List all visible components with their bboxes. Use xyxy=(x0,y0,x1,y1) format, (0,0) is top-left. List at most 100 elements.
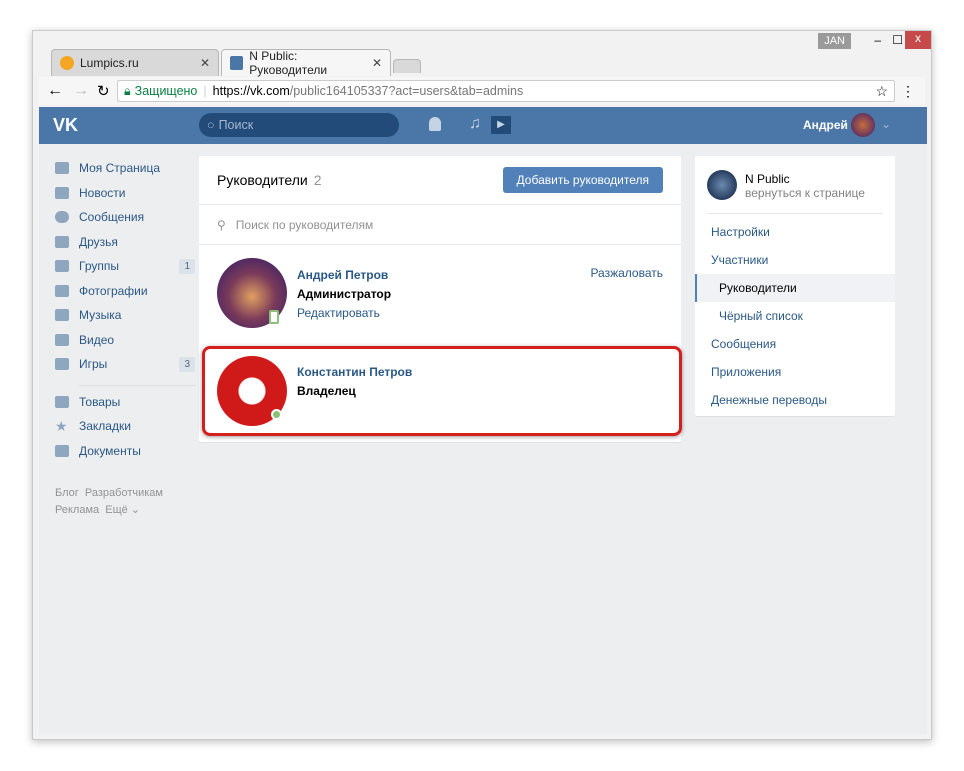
sidebar-item-groups[interactable]: Группы 1 xyxy=(55,254,195,279)
demote-link[interactable]: Разжаловать xyxy=(590,266,663,280)
label: Документы xyxy=(79,443,141,458)
count-badge: 1 xyxy=(179,258,195,274)
user-icon xyxy=(55,235,69,248)
footer-link-developers[interactable]: Разработчикам xyxy=(85,487,163,499)
sidebar-item-photos[interactable]: Фотографии xyxy=(55,279,195,304)
play-icon[interactable]: ▶ xyxy=(491,116,511,134)
sidebar-item-news[interactable]: Новости xyxy=(55,181,195,206)
music-icon[interactable]: ♫ xyxy=(469,115,481,133)
menu-managers[interactable]: Руководители xyxy=(695,274,895,302)
close-tab-icon[interactable]: ✕ xyxy=(200,56,210,70)
back-icon[interactable]: ← xyxy=(47,82,63,100)
tab-label: N Public: Руководители xyxy=(249,49,328,77)
chevron-down-icon[interactable]: ⌄ xyxy=(881,117,891,131)
camera-icon xyxy=(55,284,69,297)
bell-icon[interactable] xyxy=(429,117,441,131)
tab-label: Lumpics.ru xyxy=(80,56,139,70)
reload-icon[interactable]: ↻ xyxy=(97,82,110,100)
gamepad-icon xyxy=(55,358,69,371)
forward-icon[interactable]: → xyxy=(73,82,89,100)
search-icon: ○ xyxy=(207,118,215,132)
managers-search-input[interactable]: ⚲ Поиск по руководителям xyxy=(199,205,681,245)
film-icon xyxy=(55,333,69,346)
vk-logo[interactable]: VK xyxy=(53,115,78,136)
sidebar: Моя Страница Новости Сообщения Друзья Гр… xyxy=(55,156,195,519)
footer-link-blog[interactable]: Блог xyxy=(55,487,79,499)
label: Моя Страница xyxy=(79,161,161,176)
header-user-name[interactable]: Андрей xyxy=(803,118,848,132)
menu-apps[interactable]: Приложения xyxy=(695,358,895,386)
group-menu: N Public вернуться к странице Настройки … xyxy=(695,156,895,416)
header-avatar[interactable] xyxy=(851,113,875,137)
maximize-button[interactable]: ☐ xyxy=(892,33,903,47)
bookmark-star-icon[interactable]: ☆ xyxy=(875,83,888,100)
label: Музыка xyxy=(79,308,122,323)
label: Фотографии xyxy=(79,283,148,298)
label: Группы xyxy=(79,259,119,274)
highlight-box xyxy=(202,346,682,436)
sidebar-item-friends[interactable]: Друзья xyxy=(55,230,195,255)
menu-money-transfers[interactable]: Денежные переводы xyxy=(695,386,895,414)
lock-icon: 🔒︎ xyxy=(124,83,131,98)
sidebar-item-bookmarks[interactable]: ★ Закладки xyxy=(55,414,195,439)
chat-icon xyxy=(55,211,69,224)
close-window-button[interactable]: x xyxy=(905,31,931,49)
user-badge: JAN xyxy=(818,33,851,49)
footer-link-more[interactable]: Ещё ⌄ xyxy=(105,504,140,516)
search-icon: ⚲ xyxy=(217,217,226,232)
label: Друзья xyxy=(79,234,118,249)
star-icon: ★ xyxy=(55,418,68,435)
toolbar: ← → ↻ 🔒︎ Защищено | https://vk.com/publi… xyxy=(39,77,925,105)
label: Игры xyxy=(79,357,108,372)
label: Новости xyxy=(79,185,126,200)
sidebar-footer: Блог Разработчикам Реклама Ещё ⌄ xyxy=(55,485,195,519)
browser-window: JAN – ☐ x Lumpics.ru ✕ N Public: Руководи… xyxy=(32,30,932,740)
back-to-page-link[interactable]: вернуться к странице xyxy=(745,186,865,200)
tab-vk[interactable]: N Public: Руководители ✕ xyxy=(221,49,391,77)
menu-members[interactable]: Участники xyxy=(695,246,895,274)
group-avatar[interactable] xyxy=(707,170,737,200)
sidebar-item-goods[interactable]: Товары xyxy=(55,390,195,415)
users-icon xyxy=(55,260,69,273)
vk-favicon-icon xyxy=(230,56,244,70)
menu-icon[interactable]: ⋮ xyxy=(901,83,915,100)
document-icon xyxy=(55,444,69,457)
secure-label: Защищено xyxy=(134,84,198,98)
edit-link[interactable]: Редактировать xyxy=(297,304,391,323)
news-icon xyxy=(55,186,69,199)
url-host: https://vk.com xyxy=(212,84,290,98)
music-note-icon xyxy=(55,309,69,322)
url-path: /public164105337?act=users&tab=admins xyxy=(289,84,524,98)
sidebar-item-games[interactable]: Игры 3 xyxy=(55,352,195,377)
menu-blacklist[interactable]: Чёрный список xyxy=(695,302,895,330)
sidebar-item-music[interactable]: Музыка xyxy=(55,303,195,328)
sidebar-item-my-page[interactable]: Моя Страница xyxy=(55,156,195,181)
minimize-button[interactable]: – xyxy=(874,33,881,47)
page-content: Моя Страница Новости Сообщения Друзья Гр… xyxy=(39,144,927,734)
mobile-online-icon xyxy=(269,310,279,324)
manager-role: Администратор xyxy=(297,287,392,301)
tab-lumpics[interactable]: Lumpics.ru ✕ xyxy=(51,49,219,76)
address-bar[interactable]: 🔒︎ Защищено | https://vk.com/public16410… xyxy=(117,80,895,102)
label: Сообщения xyxy=(79,210,145,225)
sidebar-item-documents[interactable]: Документы xyxy=(55,439,195,464)
menu-messages[interactable]: Сообщения xyxy=(695,330,895,358)
menu-settings[interactable]: Настройки xyxy=(695,218,895,246)
header-search[interactable]: ○ Поиск xyxy=(199,113,399,137)
sidebar-item-messages[interactable]: Сообщения xyxy=(55,205,195,230)
search-placeholder: Поиск xyxy=(218,118,254,132)
group-name[interactable]: N Public xyxy=(745,172,865,186)
new-tab-button[interactable] xyxy=(393,59,421,73)
home-icon xyxy=(55,162,69,175)
divider xyxy=(79,384,195,386)
sidebar-item-video[interactable]: Видео xyxy=(55,328,195,353)
footer-link-ads[interactable]: Реклама xyxy=(55,504,99,516)
label: Закладки xyxy=(79,419,131,434)
add-manager-button[interactable]: Добавить руководителя xyxy=(502,167,663,193)
managers-count: 2 xyxy=(313,172,322,188)
manager-name[interactable]: Андрей Петров xyxy=(297,266,391,285)
vk-header: VK ○ Поиск ♫ ▶ Андрей ⌄ xyxy=(39,107,927,144)
page-title: Руководители xyxy=(217,172,308,188)
close-tab-icon[interactable]: ✕ xyxy=(372,56,382,70)
managers-card: Руководители 2 Добавить руководителя ⚲ По… xyxy=(199,156,682,442)
